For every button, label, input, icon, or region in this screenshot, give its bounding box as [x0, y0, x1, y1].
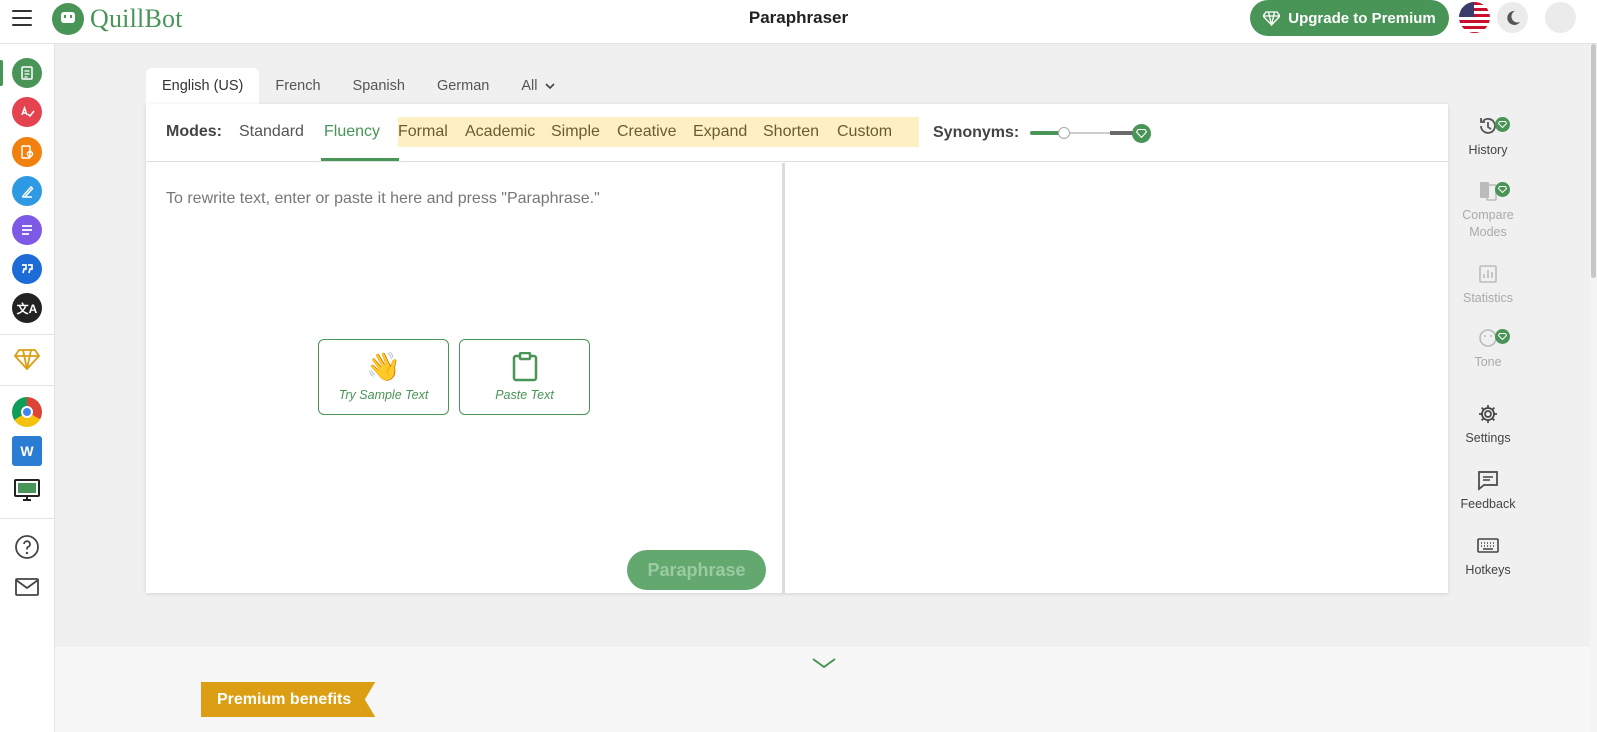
input-placeholder: To rewrite text, enter or paste it here … — [166, 190, 600, 207]
mode-shorten[interactable]: Shorten — [763, 117, 820, 147]
chrome-center — [21, 406, 33, 418]
language-tabs: English (US) French Spanish German All — [146, 68, 571, 104]
paste-text-label: Paste Text — [495, 388, 554, 402]
sidebar-divider — [0, 334, 55, 335]
premium-gem-icon — [1495, 329, 1510, 344]
plagiarism-checker-icon[interactable] — [12, 137, 42, 167]
mode-simple[interactable]: Simple — [551, 117, 600, 147]
tab-spanish[interactable]: Spanish — [337, 68, 421, 104]
scrollbar-thumb[interactable] — [1591, 44, 1596, 278]
history-icon — [1476, 114, 1510, 138]
menu-icon[interactable] — [12, 10, 32, 26]
feedback-label: Feedback — [1460, 497, 1516, 511]
mode-fluency[interactable]: Fluency — [324, 117, 380, 147]
chrome-extension-icon[interactable] — [12, 397, 42, 427]
mode-academic[interactable]: Academic — [465, 117, 536, 147]
tone-icon — [1476, 326, 1510, 350]
sidebar-divider — [0, 385, 55, 386]
paraphrase-button[interactable]: Paraphrase — [627, 550, 766, 590]
grammar-checker-icon[interactable] — [12, 97, 42, 127]
theme-toggle-button[interactable] — [1497, 2, 1528, 33]
try-sample-text-button[interactable]: 👋 Try Sample Text — [318, 339, 449, 415]
premium-gem-icon — [1132, 124, 1151, 143]
history-label: History — [1468, 143, 1508, 157]
synonyms-label: Synonyms: — [933, 124, 1020, 141]
output-pane — [785, 163, 1448, 593]
try-sample-label: Try Sample Text — [338, 388, 429, 402]
page-scrollbar[interactable] — [1590, 44, 1597, 732]
hotkeys-label: Hotkeys — [1465, 563, 1511, 577]
statistics-icon — [1476, 262, 1500, 286]
compare-modes-button[interactable]: Compare Modes — [1458, 179, 1518, 241]
history-button[interactable]: History — [1458, 114, 1518, 159]
word-glyph: W — [20, 443, 34, 459]
active-indicator — [0, 60, 3, 86]
gear-icon — [1476, 402, 1500, 426]
tab-french[interactable]: French — [259, 68, 336, 104]
premium-gem-icon — [1495, 117, 1510, 132]
tone-label: Tone — [1474, 355, 1502, 369]
mode-creative[interactable]: Creative — [617, 117, 677, 147]
tab-all-languages[interactable]: All — [505, 68, 571, 104]
paraphraser-icon[interactable] — [12, 58, 42, 88]
account-avatar[interactable] — [1545, 2, 1576, 33]
paraphraser-card: Modes: Standard Fluency Formal Academic … — [146, 104, 1448, 593]
us-flag-icon[interactable] — [1459, 2, 1490, 33]
keyboard-icon — [1476, 534, 1500, 558]
tab-german[interactable]: German — [421, 68, 505, 104]
help-icon[interactable] — [12, 532, 42, 562]
logo-text: QuillBot — [90, 4, 183, 33]
hotkeys-button[interactable]: Hotkeys — [1458, 534, 1518, 579]
left-sidebar: 文A W — [0, 44, 55, 732]
clipboard-icon — [512, 352, 537, 382]
desktop-app-icon[interactable] — [12, 475, 42, 505]
waving-hand-icon: 👋 — [366, 351, 401, 382]
translator-glyph: 文A — [16, 301, 38, 316]
feedback-button[interactable]: Feedback — [1458, 468, 1518, 513]
mode-custom[interactable]: Custom — [837, 117, 893, 147]
settings-button[interactable]: Settings — [1458, 402, 1518, 447]
sidebar-divider — [0, 518, 55, 519]
quillbot-robot-icon — [52, 3, 84, 35]
synonyms-slider[interactable] — [1030, 124, 1151, 143]
compare-modes-icon — [1476, 179, 1510, 203]
statistics-button[interactable]: Statistics — [1458, 262, 1518, 307]
active-mode-underline — [321, 158, 399, 161]
summarizer-icon[interactable] — [12, 215, 42, 245]
feedback-icon — [1476, 468, 1500, 492]
tab-english-us[interactable]: English (US) — [146, 68, 260, 104]
diamond-icon — [1263, 10, 1281, 26]
chevron-down-icon[interactable] — [810, 656, 838, 670]
citation-generator-icon[interactable] — [12, 254, 42, 284]
modes-bar: Modes: Standard Fluency Formal Academic … — [146, 104, 1448, 162]
settings-label: Settings — [1465, 431, 1511, 445]
upgrade-button[interactable]: Upgrade to Premium — [1250, 0, 1449, 36]
mode-formal[interactable]: Formal — [398, 117, 448, 147]
premium-gem-icon[interactable] — [12, 344, 42, 374]
paste-text-button[interactable]: Paste Text — [459, 339, 590, 415]
tone-button[interactable]: Tone — [1458, 326, 1518, 371]
modes-label: Modes: — [166, 123, 222, 140]
input-pane[interactable]: To rewrite text, enter or paste it here … — [146, 163, 782, 593]
compare-modes-label: Compare Modes — [1462, 208, 1514, 239]
mode-standard[interactable]: Standard — [239, 117, 304, 147]
word-addin-icon[interactable]: W — [12, 436, 42, 466]
top-bar: QuillBot Paraphraser Upgrade to Premium — [0, 0, 1597, 44]
upgrade-label: Upgrade to Premium — [1288, 9, 1436, 27]
quillbot-logo[interactable]: QuillBot — [52, 2, 183, 36]
mail-icon[interactable] — [12, 572, 42, 602]
premium-benefits-badge: Premium benefits — [201, 682, 376, 717]
tab-all-label: All — [521, 78, 538, 94]
mode-expand[interactable]: Expand — [693, 117, 748, 147]
chevron-down-icon — [545, 83, 556, 89]
statistics-label: Statistics — [1462, 291, 1513, 305]
co-writer-icon[interactable] — [12, 176, 42, 206]
slider-thumb[interactable] — [1058, 127, 1070, 139]
moon-icon — [1506, 10, 1520, 25]
translator-icon[interactable]: 文A — [12, 293, 42, 323]
premium-gem-icon — [1495, 182, 1510, 197]
